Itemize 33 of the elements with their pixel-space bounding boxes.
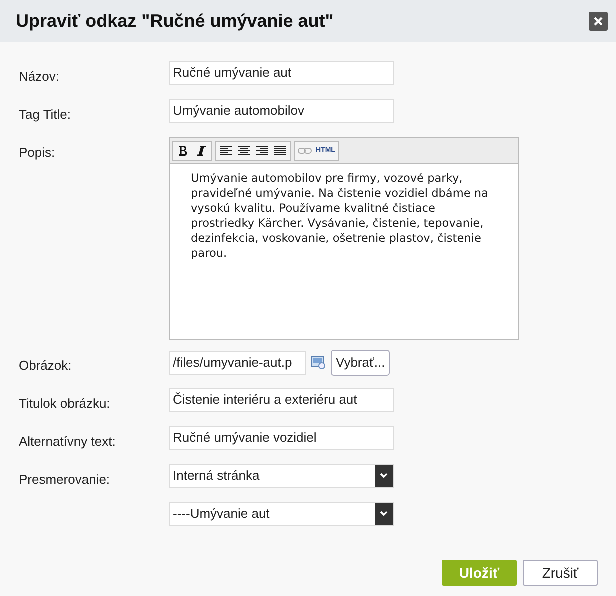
field-label: Alternatívny text: xyxy=(19,434,116,449)
dropdown[interactable]: ----Umývanie aut xyxy=(169,502,394,526)
image-preview-icon[interactable] xyxy=(311,356,326,370)
field-label: Tag Title: xyxy=(19,107,72,122)
text-field[interactable]: Ručné umývanie aut xyxy=(169,61,394,85)
align-left-icon xyxy=(220,146,232,156)
field-label: Názov: xyxy=(19,69,60,84)
italic-icon xyxy=(196,146,206,156)
chevron-down-icon xyxy=(380,511,388,517)
chain-icon xyxy=(298,148,312,154)
text-field[interactable]: Čistenie interiéru a exteriéru aut xyxy=(169,388,394,412)
chevron-down-icon xyxy=(380,473,388,479)
close-icon xyxy=(594,16,603,26)
rich-text-editor[interactable] xyxy=(169,137,519,340)
field-label: Presmerovanie: xyxy=(19,472,110,487)
align-center-icon xyxy=(238,146,250,156)
bold-icon xyxy=(178,146,188,156)
dropdown[interactable]: Interná stránka xyxy=(169,464,394,488)
path-field[interactable]: /files/umyvanie-aut.p xyxy=(169,351,306,375)
description-text: Umývanie automobilov pre firmy, vozové parky, pravideľné umývanie. Na čistenie vozidiel dbáme na vysokú kvalitu. Používame kvalitné čistiace prostriedky Kärcher. Vysávanie, čistenie, tepovanie, dezinfekcia, voskovanie, ošetrenie plastov, čistenie parou. xyxy=(190,171,490,262)
align-right-icon xyxy=(256,146,268,156)
align-justify-icon xyxy=(274,146,286,156)
cancel-button[interactable]: Zrušiť xyxy=(523,560,598,586)
text-field[interactable]: Ručné umývanie vozidiel xyxy=(169,426,394,450)
dropdown-value: Interná stránka xyxy=(172,467,261,486)
field-label: Obrázok: xyxy=(19,358,72,373)
browse-button[interactable]: Vybrať... xyxy=(331,350,390,376)
field-label: Popis: xyxy=(19,145,56,160)
field-label: Titulok obrázku: xyxy=(19,396,110,411)
text-field[interactable]: Umývanie automobilov xyxy=(169,99,394,123)
close-button[interactable] xyxy=(589,12,608,30)
dropdown-value: ----Umývanie aut xyxy=(172,505,271,524)
dialog-title: Upraviť odkaz "Ručné umývanie aut" xyxy=(16,10,334,33)
